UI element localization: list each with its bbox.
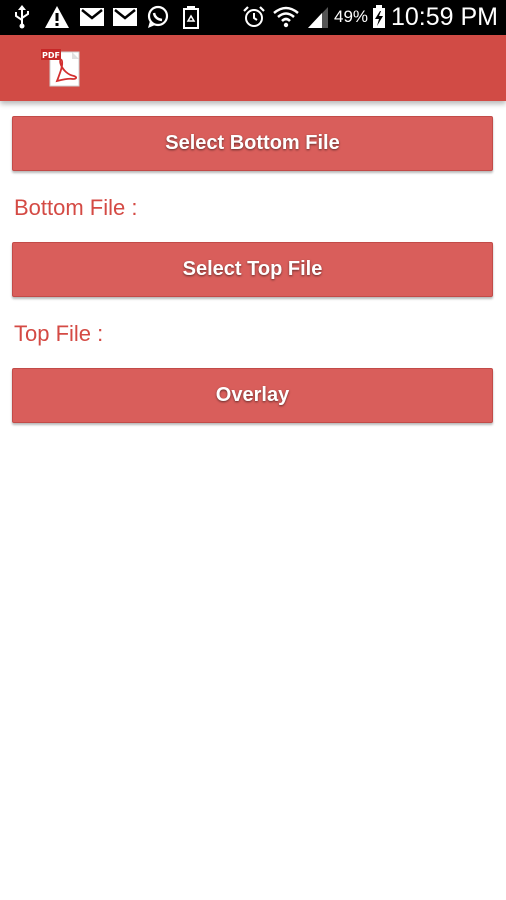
recycle-icon bbox=[180, 5, 202, 29]
usb-icon bbox=[10, 5, 34, 29]
gmail-icon bbox=[112, 5, 138, 29]
warning-icon bbox=[43, 5, 71, 29]
clock: 10:59 PM bbox=[390, 3, 498, 31]
battery-percent: 49% bbox=[334, 7, 369, 26]
main-content: Select Bottom File Bottom File : Select … bbox=[0, 101, 506, 900]
select-top-file-label: Select Top File bbox=[182, 258, 323, 280]
pdf-label: PDF bbox=[42, 51, 60, 60]
app-bar: PDF bbox=[0, 35, 506, 101]
whatsapp-icon bbox=[145, 5, 171, 29]
top-file-label: Top File : bbox=[14, 321, 104, 346]
status-bar: 49% 10:59 PM bbox=[0, 0, 506, 35]
gmail-icon bbox=[79, 5, 105, 29]
pdf-file-icon[interactable]: PDF bbox=[40, 48, 82, 88]
select-bottom-file-button[interactable]: Select Bottom File bbox=[12, 116, 493, 171]
signal-icon bbox=[305, 5, 331, 29]
overlay-label: Overlay bbox=[215, 384, 290, 406]
battery-charging-icon bbox=[370, 5, 388, 29]
wifi-icon bbox=[272, 5, 300, 29]
select-bottom-file-label: Select Bottom File bbox=[165, 132, 340, 154]
bottom-file-label: Bottom File : bbox=[14, 195, 138, 220]
overlay-button[interactable]: Overlay bbox=[12, 368, 493, 423]
select-top-file-button[interactable]: Select Top File bbox=[12, 242, 493, 297]
alarm-icon bbox=[241, 5, 267, 29]
